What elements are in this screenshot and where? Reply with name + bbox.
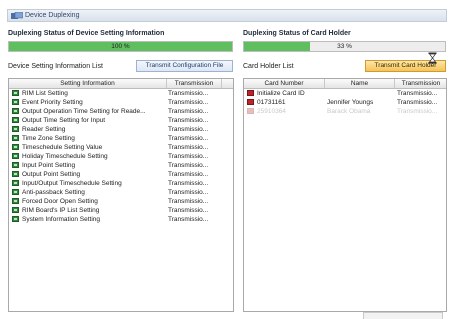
device-list-label: Device Setting Information List [8, 63, 103, 70]
transmission-status: Transmissio... [168, 162, 209, 169]
settings-file-icon [12, 108, 19, 114]
settings-file-icon [12, 135, 19, 141]
settings-file-icon [12, 126, 19, 132]
cardholder-progress-bar: 33 % [243, 41, 446, 52]
transmission-status: Transmissio... [168, 180, 209, 187]
settings-file-icon [12, 216, 19, 222]
close-button[interactable] [363, 312, 443, 319]
transmission-status: Transmissio... [168, 207, 209, 214]
table-row[interactable]: Anti-passback Setting Transmissio... [9, 188, 233, 197]
transmission-status: Transmissio... [168, 144, 209, 151]
setting-name: RIM Board's IP List Setting [22, 207, 100, 214]
cardholder-progress-text: 33 % [337, 43, 352, 50]
settings-file-icon [12, 99, 19, 105]
settings-file-icon [12, 189, 19, 195]
table-row[interactable]: Timeschedule Setting Value Transmissio... [9, 143, 233, 152]
transmission-status: Transmissio... [168, 90, 209, 97]
table-row[interactable]: 01731161 Jennifer Youngs Transmissio... [244, 98, 446, 107]
device-duplexing-icon [11, 12, 23, 19]
table-row[interactable]: Output Point Setting Transmissio... [9, 170, 233, 179]
hourglass-cursor-icon [428, 52, 437, 64]
card-number: 25910364 [257, 108, 286, 115]
device-progress-bar: 100 % [8, 41, 233, 52]
column-name[interactable]: Name [325, 80, 394, 87]
transmission-status: Transmissio... [168, 99, 209, 106]
window-titlebar: Device Duplexing [7, 9, 447, 22]
card-number: Initialize Card ID [257, 90, 305, 97]
transmission-status: Transmissio... [168, 198, 209, 205]
table-row[interactable]: 25910364 Barack Obama Transmissio... [244, 107, 446, 116]
settings-file-icon [12, 153, 19, 159]
table-row[interactable]: Holiday Timeschedule Setting Transmissio.… [9, 152, 233, 161]
setting-name: Anti-passback Setting [22, 189, 85, 196]
transmission-status: Transmissio... [168, 135, 209, 142]
column-setting-information[interactable]: Setting Information [9, 80, 166, 87]
setting-name: RIM List Setting [22, 90, 68, 97]
column-transmission[interactable]: Transmission [395, 80, 446, 87]
transmission-status: Transmissio... [168, 117, 209, 124]
setting-name: Timeschedule Setting Value [22, 144, 103, 151]
setting-name: Input Point Setting [22, 162, 76, 169]
left-section-title: Duplexing Status of Device Setting Infor… [8, 30, 165, 37]
table-row[interactable]: Time Zone Setting Transmissio... [9, 134, 233, 143]
settings-file-icon [12, 117, 19, 123]
card-number: 01731161 [257, 99, 286, 106]
setting-name: Output Operation Time Setting for Reade.… [22, 108, 146, 115]
table-row[interactable]: Event Priority Setting Transmissio... [9, 98, 233, 107]
settings-file-icon [12, 198, 19, 204]
device-progress-text: 100 % [111, 43, 130, 50]
setting-name: Output Point Setting [22, 171, 81, 178]
setting-name: Event Priority Setting [22, 99, 83, 106]
right-section-title: Duplexing Status of Card Holder [243, 30, 351, 37]
card-table-header: Card Number Name Transmission [244, 79, 446, 89]
transmission-status: Transmissio... [397, 90, 438, 97]
cardholder-list-label: Card Holder List [243, 63, 294, 70]
settings-file-icon [12, 171, 19, 177]
table-row[interactable]: Reader Setting Transmissio... [9, 125, 233, 134]
setting-name: Forced Door Open Setting [22, 198, 98, 205]
table-row[interactable]: Output Time Setting for Input Transmissio… [9, 116, 233, 125]
device-table-header: Setting Information Transmission [9, 79, 233, 89]
setting-name: Reader Setting [22, 126, 66, 133]
card-holder-icon [247, 108, 254, 114]
table-row[interactable]: Input/Output Timeschedule Setting Transmi… [9, 179, 233, 188]
setting-name: Time Zone Setting [22, 135, 75, 142]
cardholder-name: Barack Obama [327, 108, 371, 115]
card-holder-icon [247, 99, 254, 105]
transmission-status: Transmissio... [397, 108, 438, 115]
transmission-status: Transmissio... [168, 171, 209, 178]
transmission-status: Transmissio... [168, 216, 209, 223]
column-card-number[interactable]: Card Number [244, 80, 324, 87]
settings-file-icon [12, 162, 19, 168]
table-row[interactable]: RIM Board's IP List Setting Transmissio..… [9, 206, 233, 215]
card-holder-icon [247, 90, 254, 96]
setting-name: Output Time Setting for Input [22, 117, 106, 124]
table-row[interactable]: Initialize Card ID Transmissio... [244, 89, 446, 98]
table-row[interactable]: Output Operation Time Setting for Reade.… [9, 107, 233, 116]
window-title: Device Duplexing [25, 12, 80, 19]
table-row[interactable]: Input Point Setting Transmissio... [9, 161, 233, 170]
transmission-status: Transmissio... [168, 108, 209, 115]
transmit-configuration-file-button[interactable]: Transmit Configuration File [136, 60, 233, 72]
setting-name: System Information Setting [22, 216, 101, 223]
card-holder-table: Card Number Name Transmission Initialize… [243, 78, 447, 312]
transmission-status: Transmissio... [397, 99, 438, 106]
column-transmission[interactable]: Transmission [167, 80, 221, 87]
table-row[interactable]: Forced Door Open Setting Transmissio... [9, 197, 233, 206]
transmission-status: Transmissio... [168, 153, 209, 160]
table-row[interactable]: RIM List Setting Transmissio... [9, 89, 233, 98]
setting-name: Input/Output Timeschedule Setting [22, 180, 122, 187]
settings-file-icon [12, 180, 19, 186]
settings-file-icon [12, 207, 19, 213]
device-setting-table: Setting Information Transmission RIM Lis… [8, 78, 234, 312]
settings-file-icon [12, 90, 19, 96]
transmission-status: Transmissio... [168, 126, 209, 133]
cardholder-name: Jennifer Youngs [327, 99, 374, 106]
settings-file-icon [12, 144, 19, 150]
table-row[interactable]: System Information Setting Transmissio... [9, 215, 233, 224]
transmission-status: Transmissio... [168, 189, 209, 196]
setting-name: Holiday Timeschedule Setting [22, 153, 108, 160]
